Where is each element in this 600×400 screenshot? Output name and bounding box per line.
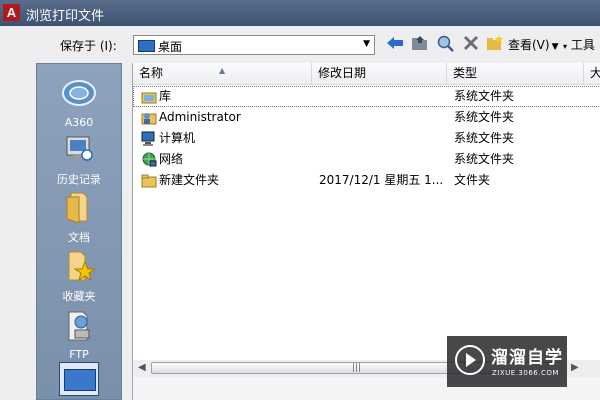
file-type: 系统文件夹 — [454, 131, 515, 145]
back-arrow-icon[interactable] — [385, 35, 405, 55]
file-name: Administrator — [159, 110, 241, 124]
column-label: 类型 — [453, 66, 478, 80]
watermark: 溜溜自学 ZIXUE.3066.COM — [447, 336, 567, 387]
autocad-logo-icon: A — [3, 4, 20, 21]
new-folder-icon[interactable] — [485, 35, 505, 55]
place-label: FTP — [69, 348, 89, 361]
file-list-header: 名称 ▲ 修改日期 类型 大 — [133, 63, 600, 85]
tools-label: 工具 — [570, 38, 595, 52]
watermark-url: ZIXUE.3066.COM — [492, 369, 559, 377]
column-label: 名称 — [139, 66, 164, 80]
desktop-icon — [138, 40, 155, 52]
file-type: 文件夹 — [454, 173, 491, 187]
history-icon — [61, 131, 97, 165]
title-bar: A 浏览打印文件 — [0, 0, 600, 26]
list-item-administrator[interactable]: Administrator 系统文件夹 — [133, 107, 600, 128]
file-name: 网络 — [159, 152, 184, 166]
scroll-right-icon[interactable]: ▶ — [571, 362, 579, 373]
place-a360[interactable]: A360 — [37, 76, 121, 129]
column-label: 修改日期 — [318, 66, 367, 80]
place-label: 文档 — [68, 231, 90, 244]
file-type: 系统文件夹 — [454, 110, 515, 124]
list-item-network[interactable]: 网络 系统文件夹 — [133, 149, 600, 170]
file-type: 系统文件夹 — [454, 152, 515, 166]
chevron-down-icon: ▼ — [363, 39, 370, 49]
file-date: 2017/12/1 星期五 1... — [319, 173, 444, 187]
list-item-library[interactable]: 库 系统文件夹 — [133, 86, 600, 107]
column-header-name[interactable]: 名称 ▲ — [133, 63, 312, 84]
place-label: 历史记录 — [57, 173, 101, 186]
list-item-computer[interactable]: 计算机 系统文件夹 — [133, 128, 600, 149]
tools-menu-button[interactable]: ▾ 工具 — [563, 36, 595, 53]
place-ftp[interactable]: FTP — [37, 308, 121, 361]
network-icon — [141, 152, 157, 167]
ftp-icon — [61, 308, 97, 342]
computer-icon — [141, 131, 157, 146]
user-folder-icon — [141, 110, 157, 125]
file-type: 系统文件夹 — [454, 89, 515, 103]
place-favorites[interactable]: 收藏夹 — [37, 248, 121, 304]
window-title: 浏览打印文件 — [26, 9, 105, 24]
up-folder-icon[interactable] — [410, 35, 430, 55]
list-item-new-folder[interactable]: 新建文件夹 2017/12/1 星期五 1... 文件夹 — [133, 170, 600, 191]
column-label: 大 — [590, 66, 600, 80]
scroll-grip: ||| — [352, 363, 362, 373]
favorites-icon — [61, 248, 97, 282]
place-documents[interactable]: 文档 — [37, 189, 121, 245]
chevron-down-icon: ▼ — [551, 42, 559, 52]
search-web-icon[interactable] — [436, 35, 456, 55]
view-menu-button[interactable]: 查看(V) ▼ — [508, 36, 559, 53]
desktop-icon — [59, 362, 99, 396]
column-header-date[interactable]: 修改日期 — [312, 63, 447, 84]
file-name: 新建文件夹 — [159, 173, 220, 187]
place-label: A360 — [64, 116, 94, 129]
places-sidebar: A360 历史记录 文档 收藏夹 FTP — [36, 63, 122, 400]
library-icon — [141, 89, 157, 104]
scroll-left-icon[interactable]: ◀ — [138, 362, 146, 373]
play-logo-icon — [455, 345, 485, 375]
location-dropdown[interactable]: 桌面 ▼ — [133, 35, 375, 55]
toolbar: 保存于 (I): 桌面 ▼ 查看(V) ▼ ▾ 工具 — [0, 26, 600, 64]
view-label: 查看(V) — [508, 38, 550, 52]
file-name: 计算机 — [159, 131, 196, 145]
place-desktop[interactable] — [37, 362, 121, 396]
place-label: 收藏夹 — [62, 290, 96, 303]
sort-arrow-icon: ▲ — [219, 66, 226, 75]
location-value: 桌面 — [158, 40, 183, 54]
column-header-size[interactable]: 大 — [584, 63, 600, 84]
documents-icon — [61, 189, 97, 224]
a360-icon — [61, 76, 97, 110]
save-in-label: 保存于 (I): — [60, 39, 117, 53]
delete-icon[interactable] — [461, 35, 481, 55]
folder-icon — [141, 173, 157, 188]
place-history[interactable]: 历史记录 — [37, 131, 121, 187]
file-name: 库 — [159, 89, 172, 103]
column-header-type[interactable]: 类型 — [447, 63, 584, 84]
chevron-down-icon: ▾ — [563, 42, 568, 51]
watermark-name: 溜溜自学 — [491, 348, 563, 368]
